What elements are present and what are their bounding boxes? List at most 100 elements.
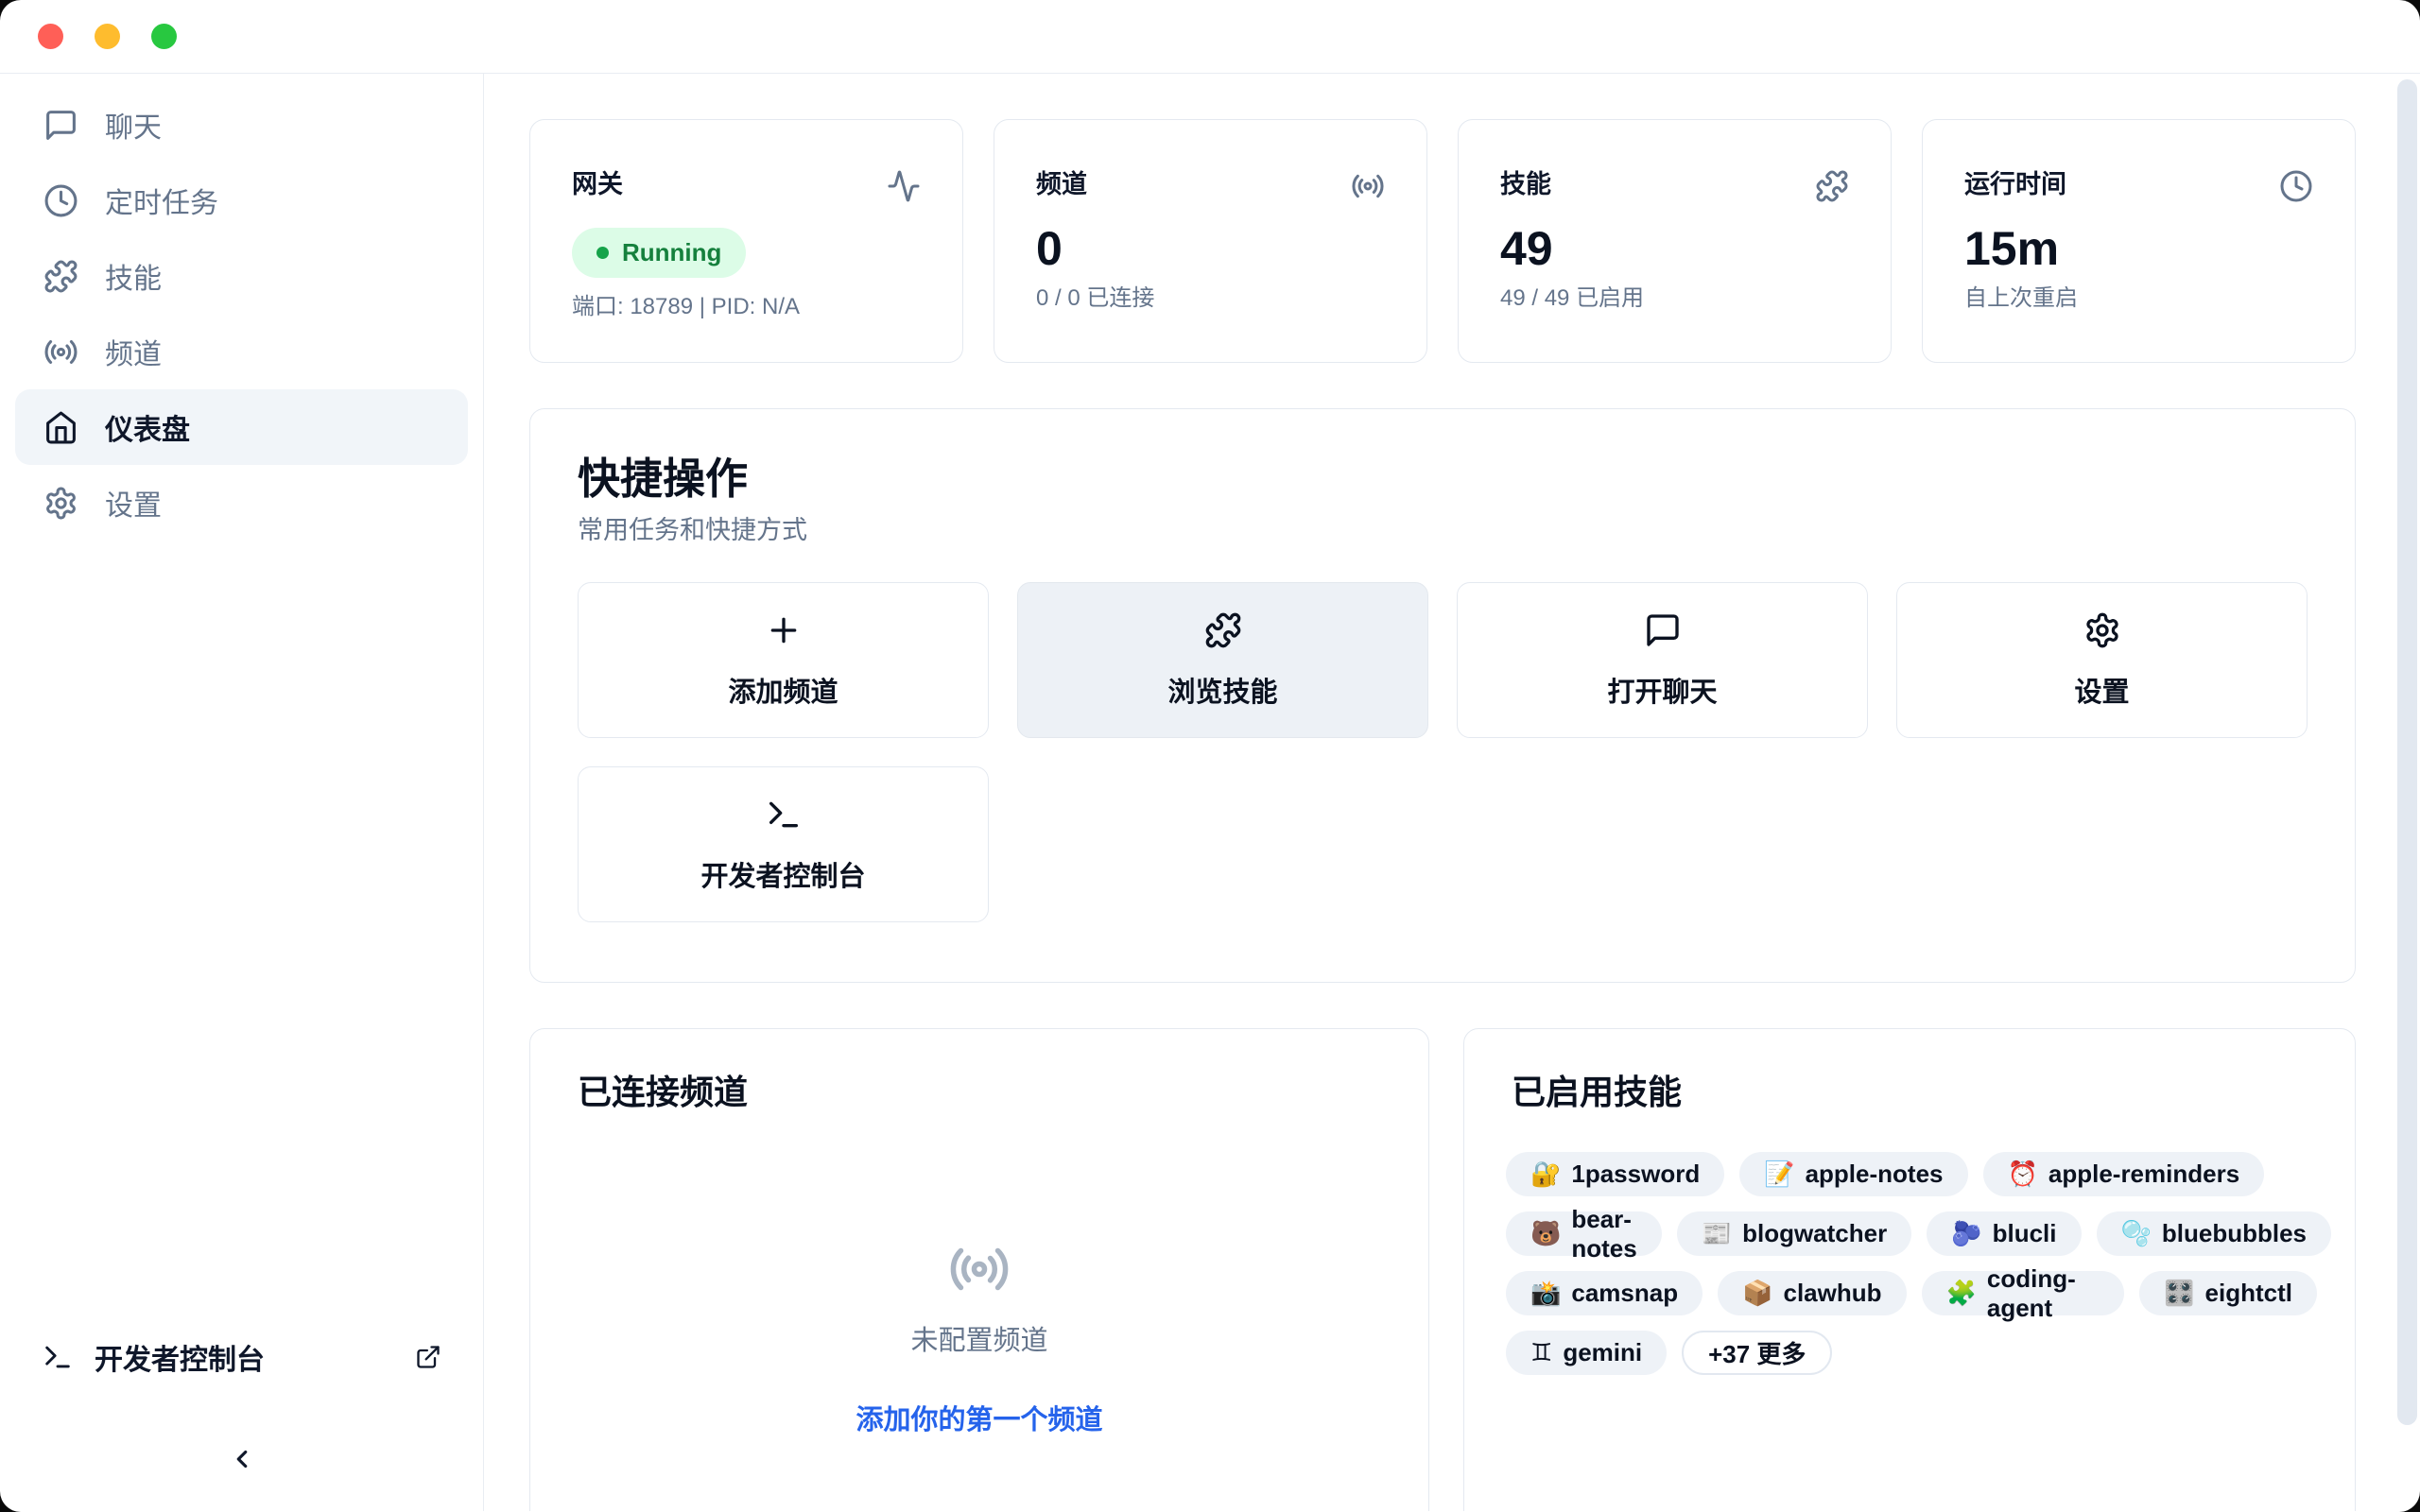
chevron-left-icon — [228, 1445, 256, 1473]
minimize-button[interactable] — [95, 24, 120, 49]
external-link-icon — [415, 1344, 441, 1370]
sidebar-item-scheduled-tasks[interactable]: 定时任务 — [15, 163, 468, 238]
skill-name: eightctl — [2205, 1279, 2292, 1308]
gear-icon — [2083, 611, 2121, 649]
gear-icon — [43, 486, 78, 521]
status-label: Running — [622, 238, 721, 267]
channels-card-header: 频道 — [1036, 169, 1385, 203]
developer-console-link[interactable]: 开发者控制台 — [0, 1324, 483, 1390]
chip-row: 🔐 1password 📝apple-notes ⏰ apple-reminders — [1506, 1152, 2317, 1196]
dashboard-main: 网关 Running 端口: 18789 | PID: N/A 频道 0 — [484, 74, 2420, 1511]
clock-icon — [43, 183, 78, 218]
settings-label: 设置 — [2074, 670, 2129, 710]
gateway-detail: 端口: 18789 | PID: N/A — [572, 293, 921, 321]
skills-card: 技能 49 49 / 49 已启用 — [1458, 119, 1892, 363]
skill-name: 1password — [1571, 1160, 1700, 1189]
blueberries-emoji-icon: 🫐 — [1951, 1219, 1981, 1248]
puzzle-icon — [43, 259, 78, 294]
channels-card: 频道 0 0 / 0 已连接 — [994, 119, 1427, 363]
scrollbar[interactable] — [2397, 79, 2417, 1425]
alarm-emoji-icon: ⏰ — [2008, 1160, 2038, 1189]
close-button[interactable] — [38, 24, 63, 49]
skill-name: gemini — [1563, 1338, 1642, 1367]
skill-name: apple-reminders — [2048, 1160, 2239, 1189]
skill-chip-apple-notes: 📝apple-notes — [1739, 1152, 1967, 1196]
sidebar-item-settings[interactable]: 设置 — [15, 465, 468, 541]
channels-card-title: 频道 — [1036, 169, 1087, 199]
skill-chip-clawhub: 📦clawhub — [1718, 1271, 1906, 1315]
sidebar-item-chat[interactable]: 聊天 — [15, 87, 468, 163]
skill-name: bear-notes — [1571, 1205, 1636, 1263]
sidebar-footer: 开发者控制台 — [0, 1324, 483, 1511]
gateway-card-title: 网关 — [572, 169, 623, 199]
quick-actions-panel: 快捷操作 常用任务和快捷方式 添加频道 浏览技能 打开聊天 — [529, 408, 2356, 983]
channels-empty-state: 未配置频道 添加你的第一个频道 — [568, 1112, 1391, 1436]
sidebar-item-channels[interactable]: 频道 — [15, 314, 468, 389]
sidebar-item-label: 聊天 — [105, 104, 162, 146]
lock-emoji-icon: 🔐 — [1530, 1160, 1561, 1189]
terminal-icon — [765, 796, 803, 833]
quick-actions-title: 快捷操作 — [578, 455, 2308, 504]
add-first-channel-link[interactable]: 添加你的第一个频道 — [856, 1404, 1102, 1436]
gateway-card: 网关 Running 端口: 18789 | PID: N/A — [529, 119, 963, 363]
skill-chip-camsnap: 📸camsnap — [1506, 1271, 1703, 1315]
channels-count: 0 — [1036, 222, 1385, 275]
add-channel-label: 添加频道 — [728, 670, 838, 710]
skill-chip-1password: 🔐 1password — [1506, 1152, 1724, 1196]
sidebar-item-label: 技能 — [105, 255, 162, 297]
sidebar-item-skills[interactable]: 技能 — [15, 238, 468, 314]
stats-row: 网关 Running 端口: 18789 | PID: N/A 频道 0 — [529, 119, 2356, 363]
connected-channels-title: 已连接频道 — [568, 1073, 1391, 1112]
skill-chip-apple-reminders: ⏰ apple-reminders — [1983, 1152, 2265, 1196]
bottom-row: 已连接频道 未配置频道 添加你的第一个频道 已启用技能 🔐1password 📝… — [529, 1028, 2356, 1511]
titlebar — [0, 0, 2420, 74]
skill-chip-gemini: ♊ gemini — [1506, 1331, 1667, 1375]
collapse-row — [0, 1435, 483, 1483]
zoom-button[interactable] — [151, 24, 177, 49]
skill-chip-bear-notes: 🐻bear-notes — [1506, 1211, 1662, 1256]
enabled-skills-card: 已启用技能 🔐1password 📝apple-notes ⏰apple-rem… — [1463, 1028, 2356, 1511]
skill-name: apple-notes — [1806, 1160, 1944, 1189]
puzzle-emoji-icon: 🧩 — [1946, 1279, 1977, 1308]
skills-card-header: 技能 — [1500, 169, 1849, 203]
add-channel-button[interactable]: 添加频道 — [578, 582, 989, 738]
uptime-value: 15m — [1964, 222, 2313, 275]
running-status-badge: Running — [572, 228, 746, 278]
skill-chip-coding-agent: 🧩coding-agent — [1922, 1271, 2125, 1315]
chip-row: ♊ gemini +37 更多 — [1506, 1331, 2317, 1375]
sidebar: 聊天 定时任务 技能 频道 仪表盘 — [0, 74, 484, 1511]
skill-chip-blogwatcher: 📰blogwatcher — [1677, 1211, 1912, 1256]
app-window: 聊天 定时任务 技能 频道 仪表盘 — [0, 0, 2420, 1512]
open-chat-label: 打开聊天 — [1607, 670, 1717, 710]
quick-actions-grid: 添加频道 浏览技能 打开聊天 设置 — [578, 582, 2308, 922]
collapse-sidebar-button[interactable] — [214, 1435, 270, 1483]
developer-console-label: 开发者控制台 — [95, 1336, 265, 1378]
sidebar-item-label: 频道 — [105, 331, 162, 372]
home-icon — [43, 410, 78, 445]
broadcast-icon — [43, 335, 78, 369]
skill-name: clawhub — [1783, 1279, 1881, 1308]
connected-channels-card: 已连接频道 未配置频道 添加你的第一个频道 — [529, 1028, 1429, 1511]
skill-chip-blucli: 🫐blucli — [1927, 1211, 2081, 1256]
app-body: 聊天 定时任务 技能 频道 仪表盘 — [0, 74, 2420, 1511]
settings-button[interactable]: 设置 — [1896, 582, 2308, 738]
broadcast-icon — [1351, 169, 1385, 203]
chip-row: 🐻bear-notes 📰blogwatcher 🫐blucli 🫧bluebu… — [1506, 1211, 2317, 1256]
window-controls — [38, 24, 177, 49]
browse-skills-button[interactable]: 浏览技能 — [1017, 582, 1428, 738]
broadcast-icon — [948, 1238, 1011, 1300]
sidebar-item-dashboard[interactable]: 仪表盘 — [15, 389, 468, 465]
knobs-emoji-icon: 🎛️ — [2164, 1279, 2194, 1308]
skill-chip-eightctl: 🎛️ eightctl — [2139, 1271, 2317, 1315]
plus-icon — [765, 611, 803, 649]
open-chat-button[interactable]: 打开聊天 — [1457, 582, 1868, 738]
uptime-card-header: 运行时间 — [1964, 169, 2313, 203]
skill-name: bluebubbles — [2162, 1219, 2307, 1248]
skills-card-title: 技能 — [1500, 169, 1551, 199]
skills-count: 49 — [1500, 222, 1849, 275]
skill-name: camsnap — [1571, 1279, 1678, 1308]
sidebar-item-label: 定时任务 — [105, 180, 218, 221]
more-skills-chip[interactable]: +37 更多 — [1682, 1331, 1832, 1375]
developer-console-button[interactable]: 开发者控制台 — [578, 766, 989, 922]
gemini-emoji-icon: ♊ — [1530, 1338, 1552, 1367]
